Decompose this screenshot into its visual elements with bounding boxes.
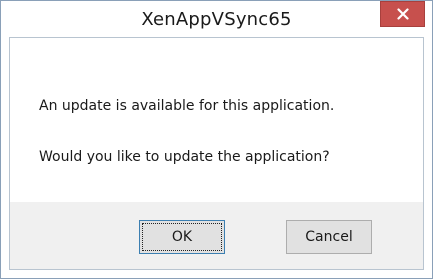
title-bar[interactable]: XenAppVSync65 — [1, 1, 432, 37]
ok-button[interactable]: OK — [139, 220, 225, 254]
message-line-1: An update is available for this applicat… — [39, 98, 335, 114]
close-button[interactable] — [380, 1, 425, 27]
close-icon — [396, 5, 409, 24]
dialog-window: XenAppVSync65 An update is available for… — [0, 0, 433, 279]
button-bar: OK Cancel — [10, 202, 423, 269]
window-title: XenAppVSync65 — [141, 9, 292, 30]
message-line-2: Would you like to update the application… — [39, 149, 330, 165]
cancel-button-label: Cancel — [305, 229, 353, 245]
message-area: An update is available for this applicat… — [10, 38, 423, 202]
dialog-body: An update is available for this applicat… — [9, 37, 424, 270]
cancel-button[interactable]: Cancel — [286, 220, 372, 254]
focus-ring — [142, 223, 222, 251]
